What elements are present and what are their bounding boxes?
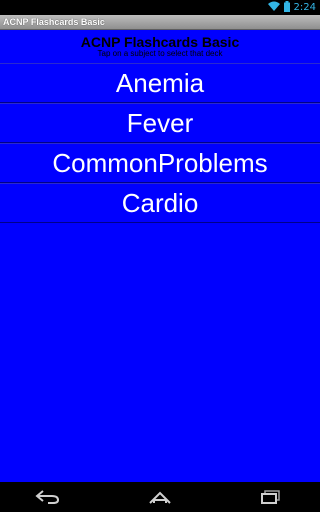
deck-header: ACNP Flashcards Basic Tap on a subject t… [0,30,320,63]
navigation-bar [0,482,320,512]
deck-item-anemia[interactable]: Anemia [0,63,320,103]
clock: 2:24 [293,2,316,13]
deck-item-fever[interactable]: Fever [0,103,320,143]
home-icon[interactable] [146,489,174,505]
wifi-icon [267,1,280,14]
recents-icon[interactable] [258,489,286,505]
deck-item-cardio[interactable]: Cardio [0,183,320,223]
title-bar: ACNP Flashcards Basic [0,15,320,30]
status-bar: 2:24 [0,0,320,15]
status-icons: 2:24 [267,0,316,15]
main-content: ACNP Flashcards Basic Tap on a subject t… [0,30,320,482]
deck-list: Anemia Fever CommonProblems Cardio [0,63,320,223]
page-title: ACNP Flashcards Basic [80,34,240,50]
battery-icon [283,0,290,15]
deck-item-commonproblems[interactable]: CommonProblems [0,143,320,183]
back-icon[interactable] [34,489,62,505]
app-title: ACNP Flashcards Basic [3,17,105,27]
page-subtitle: Tap on a subject to select that deck [97,49,223,58]
